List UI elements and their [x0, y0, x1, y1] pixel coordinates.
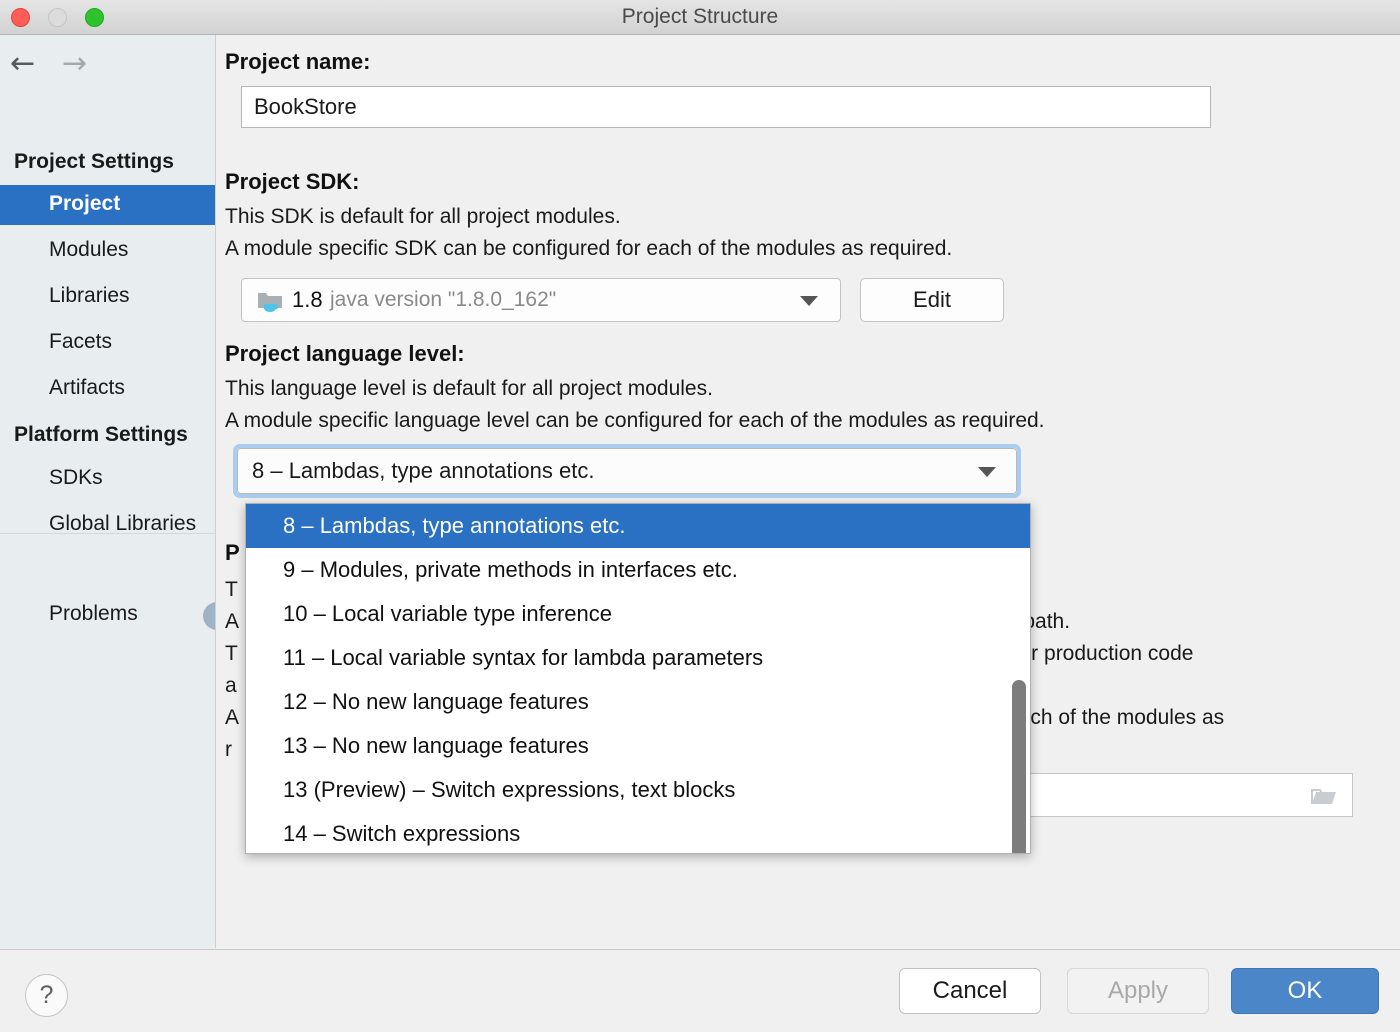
sidebar-item-problems[interactable]: Problems — [0, 595, 216, 635]
language-level-combobox-focus-ring: 8 – Lambdas, type annotations etc. — [233, 444, 1021, 498]
window-title: Project Structure — [0, 0, 1400, 34]
chevron-down-icon[interactable] — [800, 296, 818, 306]
compiler-output-line-fragment: A — [225, 706, 239, 730]
project-sdk-description-line-2: A module specific SDK can be configured … — [225, 237, 952, 261]
compiler-output-heading-fragment: P — [225, 540, 240, 566]
sidebar-item-label: Artifacts — [49, 376, 125, 400]
project-settings-panel: P T A T a A r s path. t for production c… — [217, 35, 1400, 948]
project-language-level-label: Project language level: — [225, 341, 465, 367]
sidebar-item-modules[interactable]: Modules — [0, 231, 216, 271]
language-level-description-line-2: A module specific language level can be … — [225, 409, 1045, 433]
compiler-output-line-fragment: a — [225, 674, 237, 698]
dropdown-option[interactable]: 12 – No new language features — [246, 680, 1030, 724]
dropdown-scrollbar-thumb[interactable] — [1012, 680, 1026, 854]
project-structure-dialog: Project Structure ← → Project Settings P… — [0, 0, 1400, 1032]
apply-button[interactable]: Apply — [1067, 968, 1209, 1014]
dialog-footer: ? Cancel Apply OK — [0, 949, 1400, 1032]
language-level-description-line-1: This language level is default for all p… — [225, 377, 713, 401]
sidebar-item-label: Project — [49, 192, 120, 216]
project-sdk-combobox[interactable]: 1.8 java version "1.8.0_162" — [241, 278, 841, 322]
sidebar-divider — [0, 533, 216, 534]
project-name-input[interactable]: BookStore — [241, 86, 1211, 128]
language-level-selected-value: 8 – Lambdas, type annotations etc. — [252, 458, 594, 484]
sidebar-item-artifacts[interactable]: Artifacts — [0, 369, 216, 409]
ok-button[interactable]: OK — [1231, 968, 1379, 1014]
sidebar-item-label: Problems — [49, 602, 138, 626]
sidebar-item-facets[interactable]: Facets — [0, 323, 216, 363]
compiler-output-path-input[interactable] — [1017, 773, 1353, 817]
project-sdk-description-line-1: This SDK is default for all project modu… — [225, 205, 621, 229]
dropdown-option[interactable]: 14 – Switch expressions — [246, 812, 1030, 854]
sidebar-item-label: SDKs — [49, 466, 103, 490]
project-name-label: Project name: — [225, 49, 371, 75]
sidebar-item-libraries[interactable]: Libraries — [0, 277, 216, 317]
compiler-output-line-fragment: r — [225, 738, 232, 762]
dropdown-option[interactable]: 13 – No new language features — [246, 724, 1030, 768]
dropdown-option[interactable]: 13 (Preview) – Switch expressions, text … — [246, 768, 1030, 812]
dropdown-option[interactable]: 8 – Lambdas, type annotations etc. — [246, 504, 1030, 548]
sidebar-group-project-settings: Project Settings — [14, 150, 174, 174]
sidebar-item-project[interactable]: Project — [0, 185, 216, 225]
jdk-folder-icon — [257, 290, 283, 312]
compiler-output-line-fragment: A — [225, 610, 239, 634]
settings-sidebar: ← → Project Settings Project Modules Lib… — [0, 35, 216, 948]
cancel-button[interactable]: Cancel — [899, 968, 1041, 1014]
sidebar-item-label: Facets — [49, 330, 112, 354]
language-level-combobox[interactable]: 8 – Lambdas, type annotations etc. — [237, 448, 1017, 494]
edit-sdk-button[interactable]: Edit — [860, 278, 1004, 322]
forward-arrow-icon[interactable]: → — [62, 49, 87, 79]
chevron-down-icon[interactable] — [978, 467, 996, 477]
compiler-output-line-fragment: T — [225, 642, 238, 666]
help-button[interactable]: ? — [25, 974, 68, 1017]
sidebar-item-label: Libraries — [49, 284, 130, 308]
project-sdk-label: Project SDK: — [225, 169, 359, 195]
sidebar-group-platform-settings: Platform Settings — [14, 423, 188, 447]
compiler-output-line-fragment: T — [225, 578, 238, 602]
compiler-output-modules-fragment: each of the modules as — [1007, 706, 1224, 730]
dropdown-option[interactable]: 9 – Modules, private methods in interfac… — [246, 548, 1030, 592]
sdk-version-description: java version "1.8.0_162" — [330, 288, 556, 312]
dropdown-option[interactable]: 11 – Local variable syntax for lambda pa… — [246, 636, 1030, 680]
sdk-version-value: 1.8 — [292, 287, 323, 313]
language-level-dropdown-list[interactable]: 8 – Lambdas, type annotations etc. 9 – M… — [245, 503, 1031, 854]
folder-browse-icon[interactable] — [1310, 787, 1338, 807]
sidebar-item-label: Modules — [49, 238, 128, 262]
sidebar-item-sdks[interactable]: SDKs — [0, 459, 216, 499]
back-arrow-icon[interactable]: ← — [10, 49, 35, 79]
sidebar-item-global-libraries[interactable]: Global Libraries — [0, 505, 216, 545]
dropdown-option[interactable]: 10 – Local variable type inference — [246, 592, 1030, 636]
navigation-buttons: ← → — [0, 35, 216, 93]
title-bar: Project Structure — [0, 0, 1400, 35]
